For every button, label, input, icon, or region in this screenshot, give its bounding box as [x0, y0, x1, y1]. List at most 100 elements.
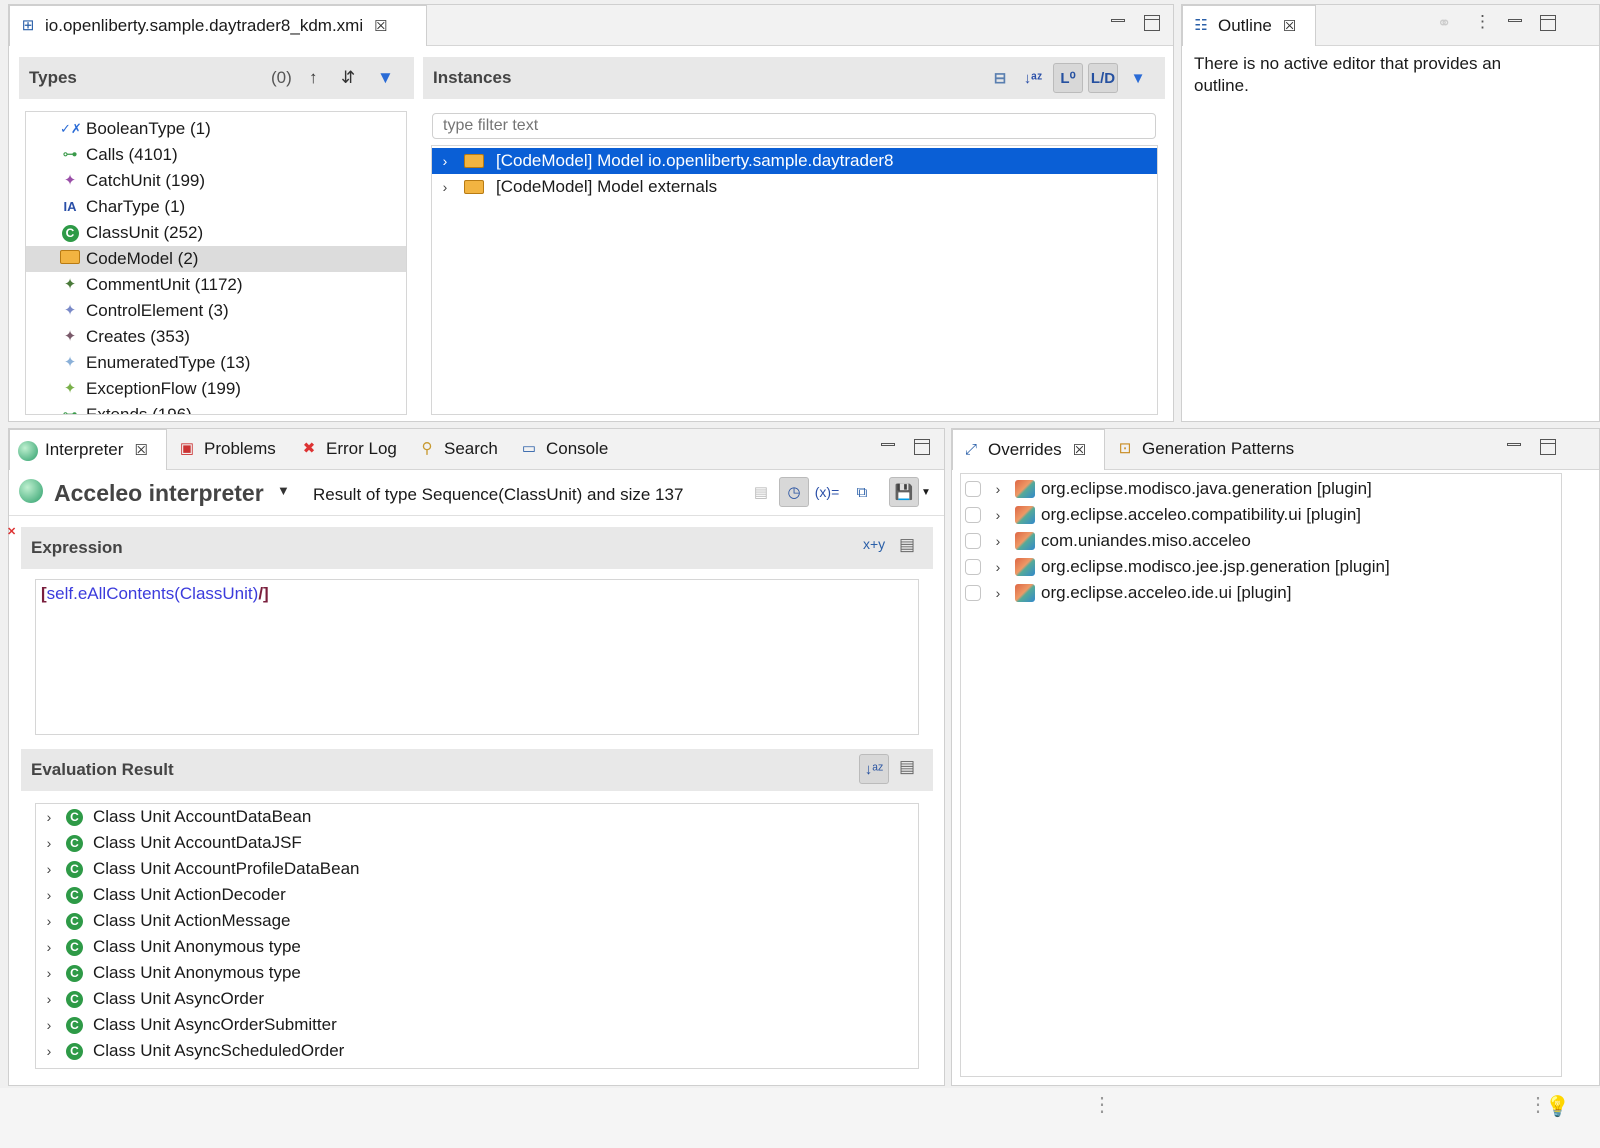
language-dropdown-icon[interactable]: ▼ — [277, 483, 290, 498]
result-list-item[interactable]: › C Class Unit ActionMessage — [36, 908, 918, 934]
realtime-icon[interactable]: ◷ — [779, 477, 809, 507]
save-icon[interactable]: 💾 — [889, 477, 919, 507]
collapse-all-icon[interactable]: ⊟ — [985, 63, 1015, 93]
chevron-right-icon[interactable]: › — [991, 559, 1005, 575]
types-list-item[interactable]: ✓✗ BooleanType (1) — [26, 116, 406, 142]
result-list-item[interactable]: › C Class Unit AsyncOrderSubmitter — [36, 1012, 918, 1038]
maximize-icon[interactable] — [1540, 15, 1556, 31]
plugin-icon — [1015, 532, 1035, 550]
chevron-right-icon[interactable]: › — [438, 179, 452, 195]
close-icon[interactable]: ☒ — [1073, 441, 1086, 459]
chevron-right-icon[interactable]: › — [42, 809, 56, 825]
comment-unit-icon: ✦ — [63, 276, 77, 293]
override-checkbox[interactable] — [965, 533, 981, 549]
types-list-item[interactable]: ⊶ Extends (196) — [26, 402, 406, 414]
go-up-icon[interactable]: ↑ — [309, 68, 318, 88]
override-list-item[interactable]: › org.eclipse.modisco.jee.jsp.generation … — [961, 554, 1561, 580]
chevron-right-icon[interactable]: › — [42, 991, 56, 1007]
clear-icon[interactable]: ▤ — [746, 477, 776, 507]
override-checkbox[interactable] — [965, 481, 981, 497]
chevron-right-icon[interactable]: › — [991, 507, 1005, 523]
instances-list-item[interactable]: › [CodeModel] Model io.openliberty.sample… — [432, 148, 1157, 174]
override-checkbox[interactable] — [965, 559, 981, 575]
tab-search[interactable]: ⚲ Search — [409, 429, 506, 469]
override-list-item[interactable]: › org.eclipse.acceleo.ide.ui [plugin] — [961, 580, 1561, 606]
chevron-right-icon[interactable]: › — [438, 153, 452, 169]
expression-title: Expression — [31, 538, 123, 557]
chevron-right-icon[interactable]: › — [42, 913, 56, 929]
result-list-item[interactable]: › C Class Unit AsyncOrder — [36, 986, 918, 1012]
result-list-item[interactable]: › C Class Unit Anonymous type — [36, 960, 918, 986]
maximize-icon[interactable] — [1144, 15, 1160, 31]
maximize-icon[interactable] — [1540, 439, 1556, 455]
instances-menu-icon[interactable]: ▼ — [1123, 63, 1153, 93]
chevron-right-icon[interactable]: › — [42, 1043, 56, 1059]
chevron-right-icon[interactable]: › — [42, 939, 56, 955]
chevron-right-icon[interactable]: › — [42, 965, 56, 981]
chevron-right-icon[interactable]: › — [42, 1017, 56, 1033]
override-checkbox[interactable] — [965, 585, 981, 601]
show-id-icon[interactable]: L/D — [1088, 63, 1118, 93]
save-dropdown-icon[interactable]: ▼ — [921, 487, 931, 498]
expression-editor[interactable]: [self.eAllContents(ClassUnit)/] — [35, 579, 919, 735]
types-list-item[interactable]: ✦ ControlElement (3) — [26, 298, 406, 324]
tab-generation-patterns[interactable]: ⊡ Generation Patterns — [1107, 429, 1302, 469]
chevron-right-icon[interactable]: › — [991, 585, 1005, 601]
tab-console[interactable]: ▭ Console — [511, 429, 616, 469]
class-unit-icon: C — [66, 912, 83, 930]
types-list-item[interactable]: ✦ ExceptionFlow (199) — [26, 376, 406, 402]
tab-interpreter[interactable]: Interpreter ☒ — [9, 429, 167, 470]
evaluate-icon[interactable]: x+y — [863, 536, 885, 552]
link-icon[interactable]: ⚭ — [1437, 14, 1451, 34]
result-list-item[interactable]: › C Class Unit AsyncScheduledOrder — [36, 1038, 918, 1064]
link-editor-icon[interactable]: ⧉ — [847, 477, 877, 507]
minimize-icon[interactable] — [1109, 15, 1125, 31]
types-list-item[interactable]: ⊶ Calls (4101) — [26, 142, 406, 168]
types-list-item[interactable]: ✦ CatchUnit (199) — [26, 168, 406, 194]
override-list-item[interactable]: › org.eclipse.acceleo.compatibility.ui [p… — [961, 502, 1561, 528]
tab-error-log[interactable]: ✖ Error Log — [291, 429, 405, 469]
outline-tab[interactable]: ☷ Outline ☒ — [1182, 5, 1316, 46]
editor-tab[interactable]: ⊞ io.openliberty.sample.daytrader8_kdm.x… — [9, 5, 427, 46]
types-list-item[interactable]: ✦ EnumeratedType (13) — [26, 350, 406, 376]
result-list-item[interactable]: › C Class Unit Anonymous type — [36, 934, 918, 960]
result-list-item[interactable]: › C Class Unit AccountProfileDataBean — [36, 856, 918, 882]
tab-problems[interactable]: ▣ Problems — [169, 429, 284, 469]
minimize-icon[interactable] — [1506, 15, 1522, 31]
override-list-item[interactable]: › org.eclipse.modisco.java.generation [pl… — [961, 476, 1561, 502]
instances-list-item[interactable]: › [CodeModel] Model externals — [432, 174, 1157, 200]
override-list-item[interactable]: › com.uniandes.miso.acceleo — [961, 528, 1561, 554]
clear-result-icon[interactable]: ▤ — [899, 757, 915, 777]
maximize-icon[interactable] — [914, 439, 930, 455]
close-icon[interactable]: ☒ — [374, 17, 387, 35]
sort-az-icon[interactable]: ↓ᵃᶻ — [859, 754, 889, 784]
result-list-item[interactable]: › C Class Unit AccountDataJSF — [36, 830, 918, 856]
variables-icon[interactable]: (x)= — [812, 477, 842, 507]
chevron-right-icon[interactable]: › — [42, 835, 56, 851]
hierarchy-icon[interactable]: ⇵ — [341, 68, 355, 88]
chevron-right-icon[interactable]: › — [991, 481, 1005, 497]
types-list-item[interactable]: C ClassUnit (252) — [26, 220, 406, 246]
types-list-item[interactable]: CodeModel (2) — [26, 246, 406, 272]
view-menu-icon[interactable]: ▼ — [377, 68, 394, 88]
clear-expression-icon[interactable]: ▤ — [899, 535, 915, 555]
minimize-icon[interactable] — [1505, 439, 1521, 455]
instances-filter-input[interactable] — [432, 113, 1156, 139]
close-icon[interactable]: ☒ — [134, 441, 147, 459]
chevron-right-icon[interactable]: › — [991, 533, 1005, 549]
chevron-right-icon[interactable]: › — [42, 861, 56, 877]
result-list-item[interactable]: › C Class Unit ActionDecoder — [36, 882, 918, 908]
sort-az-icon[interactable]: ↓ᵃᶻ — [1018, 63, 1048, 93]
show-derived-icon[interactable]: L⁰ — [1053, 63, 1083, 93]
minimize-icon[interactable] — [879, 439, 895, 455]
view-menu-icon[interactable]: ⋮ — [1474, 12, 1491, 32]
tab-overrides[interactable]: ⤢ Overrides ☒ — [952, 429, 1105, 470]
types-list-item[interactable]: IA CharType (1) — [26, 194, 406, 220]
types-list-item[interactable]: ✦ Creates (353) — [26, 324, 406, 350]
chevron-right-icon[interactable]: › — [42, 887, 56, 903]
tip-lightbulb-icon[interactable]: 💡 — [1545, 1094, 1570, 1119]
result-list-item[interactable]: › C Class Unit AccountDataBean — [36, 804, 918, 830]
override-checkbox[interactable] — [965, 507, 981, 523]
close-icon[interactable]: ☒ — [1283, 17, 1296, 35]
types-list-item[interactable]: ✦ CommentUnit (1172) — [26, 272, 406, 298]
